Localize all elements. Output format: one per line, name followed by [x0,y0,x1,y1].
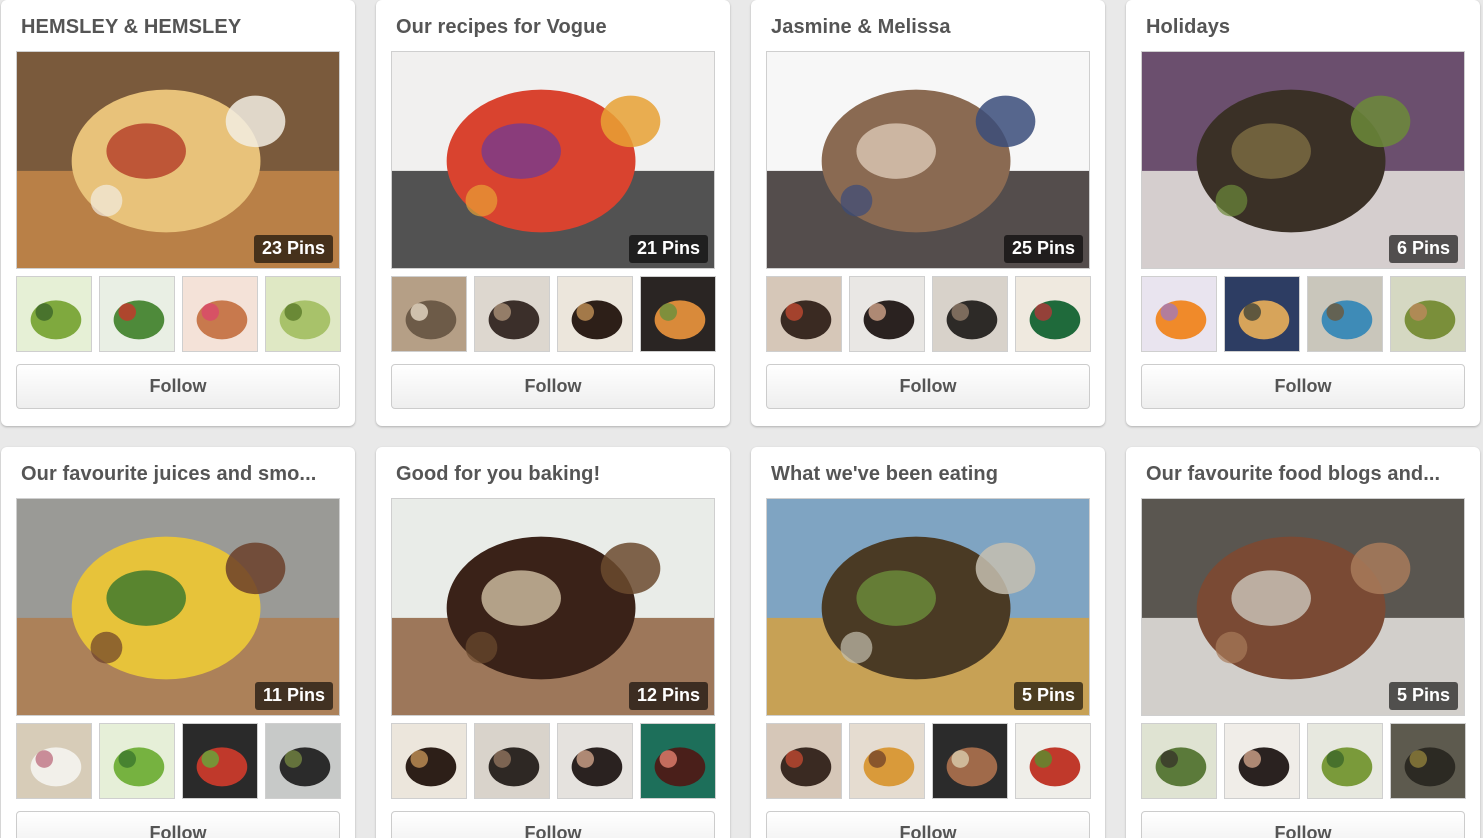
board-card[interactable]: Our favourite food blogs and... 5 Pins Fol… [1126,447,1480,838]
board-thumbnail[interactable] [1224,723,1300,799]
board-thumbnail[interactable] [932,723,1008,799]
board-thumbnail[interactable] [16,723,92,799]
board-cover-image[interactable]: 5 Pins [766,498,1090,716]
board-thumbnails [1141,276,1467,352]
board-thumbnail[interactable] [99,276,175,352]
board-thumbnails [1141,723,1467,799]
follow-button[interactable]: Follow [391,811,715,838]
board-thumbnails [16,276,342,352]
board-thumbnail[interactable] [932,276,1008,352]
board-card[interactable]: What we've been eating 5 Pins Follow [751,447,1105,838]
board-thumbnail[interactable] [265,723,341,799]
follow-button[interactable]: Follow [16,364,340,409]
follow-button[interactable]: Follow [766,364,1090,409]
board-title[interactable]: Good for you baking! [396,463,712,486]
board-title[interactable]: Our favourite juices and smo... [21,463,337,486]
board-thumbnail[interactable] [1390,723,1466,799]
pin-count-badge: 11 Pins [254,682,333,710]
board-thumbnail[interactable] [557,276,633,352]
pin-count-badge: 5 Pins [1013,682,1083,710]
follow-button[interactable]: Follow [1141,364,1465,409]
board-card[interactable]: Our recipes for Vogue 21 Pins Follow [376,0,730,426]
board-thumbnail[interactable] [1390,276,1466,352]
board-thumbnail[interactable] [16,276,92,352]
board-thumbnail[interactable] [849,723,925,799]
board-thumbnails [766,723,1092,799]
board-cover-image[interactable]: 6 Pins [1141,51,1465,269]
board-title[interactable]: HEMSLEY & HEMSLEY [21,16,337,39]
board-thumbnail[interactable] [474,276,550,352]
pin-count-badge: 23 Pins [253,235,333,263]
follow-button[interactable]: Follow [391,364,715,409]
board-thumbnail[interactable] [1307,723,1383,799]
pin-count-badge: 12 Pins [628,682,708,710]
pin-count-badge: 5 Pins [1388,682,1458,710]
board-card[interactable]: Holidays 6 Pins Follow [1126,0,1480,426]
board-thumbnail[interactable] [391,276,467,352]
follow-button[interactable]: Follow [1141,811,1465,838]
board-cover-image[interactable]: 23 Pins [16,51,340,269]
board-thumbnails [391,276,717,352]
board-thumbnail[interactable] [1015,276,1091,352]
follow-button[interactable]: Follow [16,811,340,838]
board-thumbnails [16,723,342,799]
board-thumbnail[interactable] [1224,276,1300,352]
board-card[interactable]: HEMSLEY & HEMSLEY 23 Pins Follow [1,0,355,426]
board-thumbnail[interactable] [1307,276,1383,352]
board-title[interactable]: What we've been eating [771,463,1087,486]
pin-count-badge: 21 Pins [628,235,708,263]
board-thumbnail[interactable] [766,723,842,799]
board-cover-image[interactable]: 5 Pins [1141,498,1465,716]
pin-count-badge: 25 Pins [1003,235,1083,263]
board-cover-image[interactable]: 21 Pins [391,51,715,269]
board-card[interactable]: Our favourite juices and smo... 11 Pins Fo… [1,447,355,838]
board-thumbnail[interactable] [640,723,716,799]
board-thumbnails [391,723,717,799]
board-thumbnail[interactable] [849,276,925,352]
board-thumbnail[interactable] [391,723,467,799]
board-thumbnail[interactable] [182,276,258,352]
board-thumbnail[interactable] [1141,723,1217,799]
pin-count-badge: 6 Pins [1388,235,1458,263]
board-title[interactable]: Holidays [1146,16,1462,39]
board-thumbnail[interactable] [640,276,716,352]
board-card[interactable]: Good for you baking! 12 Pins Follow [376,447,730,838]
board-thumbnail[interactable] [1015,723,1091,799]
board-thumbnail[interactable] [1141,276,1217,352]
board-thumbnails [766,276,1092,352]
board-cover-image[interactable]: 11 Pins [16,498,340,716]
board-cover-image[interactable]: 25 Pins [766,51,1090,269]
follow-button[interactable]: Follow [766,811,1090,838]
board-title[interactable]: Our recipes for Vogue [396,16,712,39]
board-title[interactable]: Our favourite food blogs and... [1146,463,1462,486]
board-title[interactable]: Jasmine & Melissa [771,16,1087,39]
board-thumbnail[interactable] [557,723,633,799]
board-card[interactable]: Jasmine & Melissa 25 Pins Follow [751,0,1105,426]
board-thumbnail[interactable] [474,723,550,799]
board-cover-image[interactable]: 12 Pins [391,498,715,716]
board-thumbnail[interactable] [182,723,258,799]
board-thumbnail[interactable] [766,276,842,352]
boards-grid: HEMSLEY & HEMSLEY 23 Pins Follow Our recipe… [0,0,1483,838]
board-thumbnail[interactable] [265,276,341,352]
board-thumbnail[interactable] [99,723,175,799]
